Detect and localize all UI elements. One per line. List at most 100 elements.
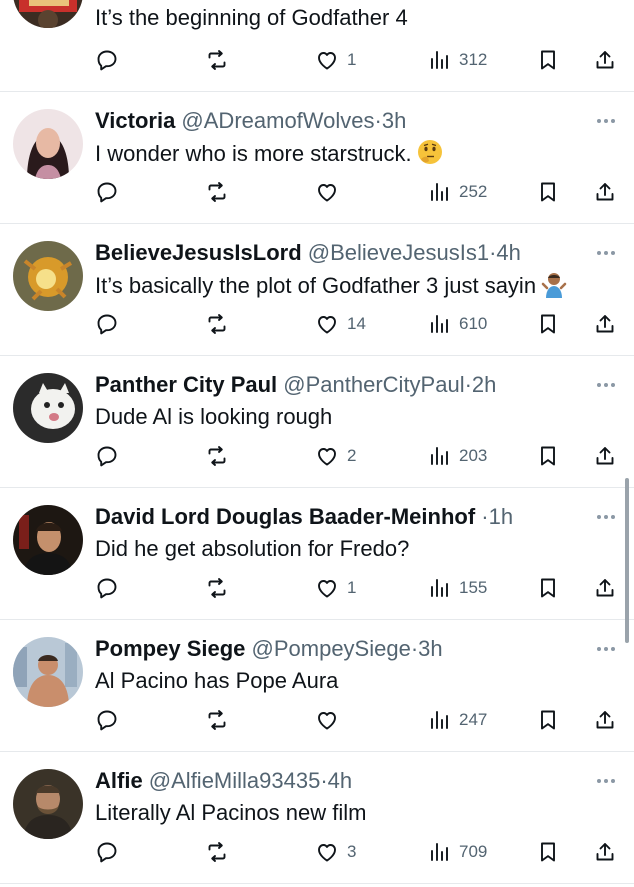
post-text: I wonder who is more starstruck. (95, 141, 412, 166)
like-button[interactable]: 2 (315, 441, 356, 471)
like-button[interactable] (315, 177, 347, 207)
share-button[interactable] (593, 45, 617, 75)
like-button[interactable]: 3 (315, 837, 356, 867)
reply-button[interactable] (95, 705, 127, 735)
post-text: It’s basically the plot of Godfather 3 j… (95, 273, 537, 298)
share-icon (593, 444, 617, 468)
reply-icon (95, 180, 119, 204)
post-actions: 247 (95, 705, 625, 735)
share-icon (593, 708, 617, 732)
post[interactable]: It’s the beginning of Godfather 4 1 312 (0, 0, 634, 92)
avatar[interactable] (13, 505, 83, 575)
bookmark-button[interactable] (536, 441, 560, 471)
like-count: 2 (347, 446, 357, 465)
like-button[interactable] (315, 705, 347, 735)
post[interactable]: Panther City Paul @PantherCityPaul·2h Du… (0, 356, 634, 488)
avatar[interactable] (13, 0, 83, 28)
handle[interactable]: @AlfieMilla93435 (149, 768, 321, 793)
avatar[interactable] (13, 769, 83, 839)
post-actions: 252 (95, 177, 625, 207)
post[interactable]: Pompey Siege @PompeySiege·3h Al Pacino h… (0, 620, 634, 752)
avatar[interactable] (13, 109, 83, 179)
display-name[interactable]: Pompey Siege (95, 636, 252, 661)
like-button[interactable]: 1 (315, 45, 356, 75)
handle[interactable]: @ADreamofWolves (181, 108, 374, 133)
more-icon[interactable] (594, 637, 618, 661)
avatar[interactable] (13, 637, 83, 707)
post-header: Alfie @AlfieMilla93435·4h (95, 766, 578, 796)
post[interactable]: Victoria @ADreamofWolves·3h I wonder who… (0, 92, 634, 224)
repost-button[interactable] (205, 45, 237, 75)
view-count: 252 (459, 182, 488, 201)
share-button[interactable] (593, 837, 617, 867)
scrollbar[interactable] (625, 478, 629, 643)
bookmark-button[interactable] (536, 705, 560, 735)
timestamp[interactable]: 3h (418, 636, 442, 661)
heart-icon (315, 444, 339, 468)
post[interactable]: Alfie @AlfieMilla93435·4h Literally Al P… (0, 752, 634, 884)
post-text: Literally Al Pacinos new film (95, 800, 367, 825)
more-icon[interactable] (594, 373, 618, 397)
timestamp[interactable]: 2h (472, 372, 496, 397)
repost-button[interactable] (205, 309, 237, 339)
timestamp[interactable]: 4h (496, 240, 520, 265)
heart-icon (315, 708, 339, 732)
reply-icon (95, 708, 119, 732)
handle[interactable]: @PantherCityPaul (283, 372, 464, 397)
views-button[interactable]: 155 (427, 573, 487, 603)
bookmark-button[interactable] (536, 309, 560, 339)
separator: · (374, 108, 382, 133)
display-name[interactable]: Panther City Paul (95, 372, 283, 397)
share-button[interactable] (593, 573, 617, 603)
display-name[interactable]: Victoria (95, 108, 181, 133)
display-name[interactable]: Alfie (95, 768, 149, 793)
repost-button[interactable] (205, 705, 237, 735)
bookmark-button[interactable] (536, 177, 560, 207)
more-icon[interactable] (594, 505, 618, 529)
bookmark-button[interactable] (536, 573, 560, 603)
reply-button[interactable] (95, 177, 127, 207)
post[interactable]: David Lord Douglas Baader-Meinhof ·1h Di… (0, 488, 634, 620)
bookmark-button[interactable] (536, 837, 560, 867)
reply-button[interactable] (95, 441, 127, 471)
views-button[interactable]: 610 (427, 309, 487, 339)
repost-button[interactable] (205, 573, 237, 603)
views-button[interactable]: 252 (427, 177, 487, 207)
handle[interactable]: @BelieveJesusIs1 (308, 240, 489, 265)
reply-button[interactable] (95, 309, 127, 339)
more-icon[interactable] (594, 241, 618, 265)
timestamp[interactable]: 4h (328, 768, 352, 793)
timestamp[interactable]: 3h (382, 108, 406, 133)
more-icon[interactable] (594, 769, 618, 793)
bookmark-button[interactable] (536, 45, 560, 75)
view-count: 155 (459, 578, 488, 597)
share-button[interactable] (593, 441, 617, 471)
share-button[interactable] (593, 309, 617, 339)
repost-button[interactable] (205, 441, 237, 471)
handle[interactable]: @PompeySiege (252, 636, 411, 661)
reply-button[interactable] (95, 837, 127, 867)
views-button[interactable]: 247 (427, 705, 487, 735)
reply-button[interactable] (95, 573, 127, 603)
post-actions: 1 312 (95, 45, 625, 75)
views-button[interactable]: 312 (427, 45, 487, 75)
avatar[interactable] (13, 241, 83, 311)
display-name[interactable]: David Lord Douglas Baader-Meinhof (95, 504, 481, 529)
share-button[interactable] (593, 177, 617, 207)
reply-button[interactable] (95, 45, 127, 75)
views-button[interactable]: 203 (427, 441, 487, 471)
view-count: 203 (459, 446, 488, 465)
post[interactable]: BelieveJesusIsLord @BelieveJesusIs1·4h I… (0, 224, 634, 356)
like-button[interactable]: 1 (315, 573, 356, 603)
repost-button[interactable] (205, 837, 237, 867)
share-icon (593, 48, 617, 72)
like-button[interactable]: 14 (315, 309, 366, 339)
timestamp[interactable]: 1h (489, 504, 513, 529)
views-button[interactable]: 709 (427, 837, 487, 867)
repost-button[interactable] (205, 177, 237, 207)
share-button[interactable] (593, 705, 617, 735)
separator: · (320, 768, 328, 793)
display-name[interactable]: BelieveJesusIsLord (95, 240, 308, 265)
avatar[interactable] (13, 373, 83, 443)
more-icon[interactable] (594, 109, 618, 133)
